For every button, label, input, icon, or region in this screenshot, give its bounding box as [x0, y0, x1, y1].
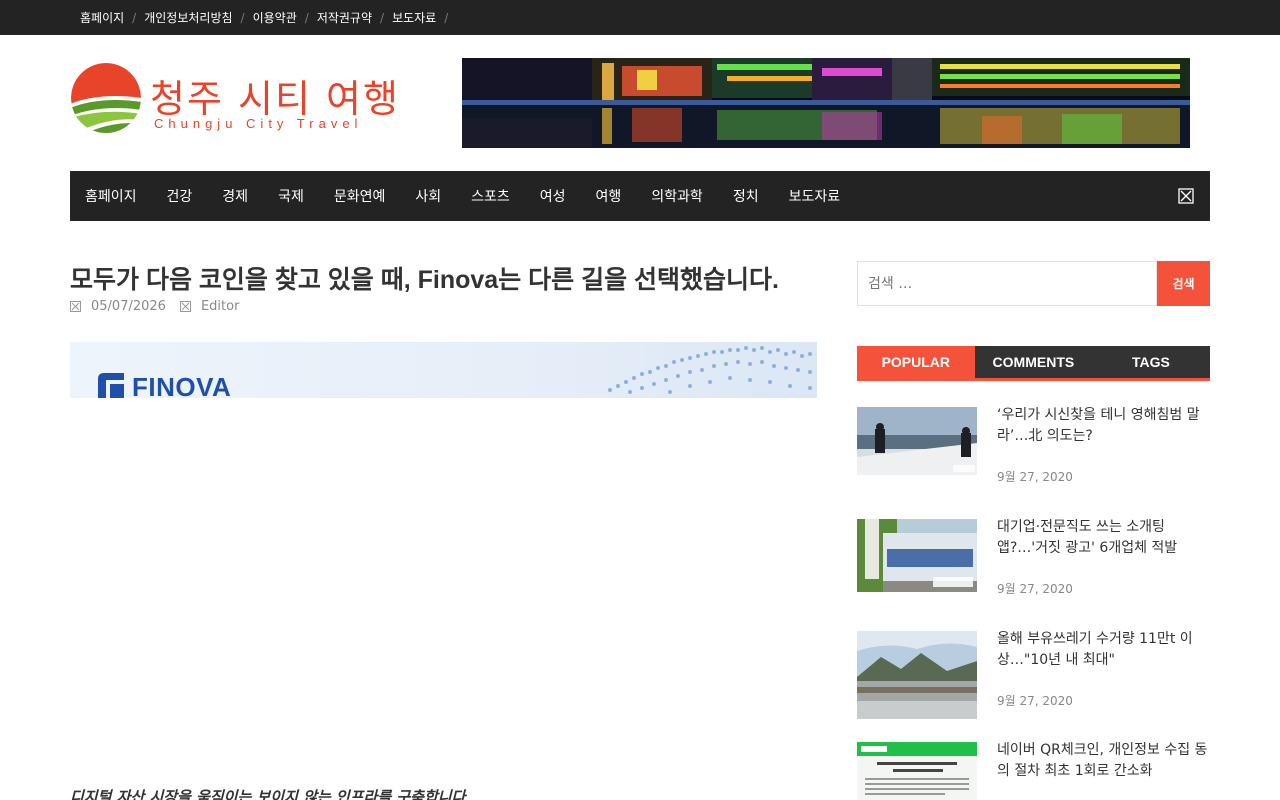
list-item[interactable]: 네이버 QR체크인, 개인정보 수집 동의 절차 최초 1회로 간소화 [857, 742, 1210, 800]
night-city-illustration [462, 58, 1190, 148]
featured-image: FINOVA [70, 342, 817, 398]
top-bar: 홈페이지 / 개인정보처리방침 / 이용약관 / 저작권규약 / 보도자료 / [0, 0, 1280, 35]
building-photo [857, 519, 977, 592]
list-item[interactable]: 올해 부유쓰레기 수거량 11만t 이상…"10년 내 최대" 9월 27, 2… [857, 631, 1210, 721]
article-author[interactable]: Editor [201, 299, 239, 314]
site-title[interactable]: 청주 시티 여행 [150, 68, 400, 123]
logo-sun-fields-icon [71, 63, 141, 133]
post-title[interactable]: 올해 부유쓰레기 수거량 11만t 이상…"10년 내 최대" [997, 629, 1211, 671]
featured-logo-text: FINOVA [132, 372, 232, 398]
nav-item-travel[interactable]: 여행 [596, 186, 622, 206]
tabs-underline [857, 378, 1210, 381]
top-menu-item[interactable]: 이용약관 / [253, 9, 317, 26]
nav-item-health[interactable]: 건강 [167, 186, 193, 206]
nav-item-home[interactable]: 홈페이지 [85, 186, 137, 206]
site-logo[interactable]: 청주 시티 여행 Chungju City Travel [70, 62, 410, 134]
post-date: 9월 27, 2020 [997, 694, 1073, 708]
finova-logo-icon [98, 373, 124, 398]
nav-item-society[interactable]: 사회 [415, 186, 441, 206]
ship-deck-photo [857, 407, 977, 475]
author-icon [179, 301, 191, 312]
top-menu-item[interactable]: 개인정보처리방침 / [144, 9, 252, 26]
post-date: 9월 27, 2020 [997, 470, 1073, 484]
article-excerpt: 디지털 자산 시장을 움직이는 보이지 않는 인프라를 구축합니다 [70, 788, 466, 800]
lake-mountain-photo [857, 631, 977, 719]
article-date[interactable]: 05/07/2026 [91, 299, 166, 314]
search-input[interactable] [857, 261, 1157, 306]
tab-popular[interactable]: POPULAR [857, 346, 975, 378]
top-menu-item[interactable]: 저작권규약 / [317, 9, 392, 26]
tab-tags[interactable]: TAGS [1092, 346, 1210, 378]
nav-item-economy[interactable]: 경제 [222, 186, 248, 206]
nav-item-culture[interactable]: 문화연예 [334, 186, 386, 206]
post-thumbnail[interactable] [857, 407, 977, 475]
post-thumbnail[interactable] [857, 631, 977, 719]
nav-item-international[interactable]: 국제 [278, 186, 304, 206]
site-subtitle: Chungju City Travel [154, 116, 363, 131]
naver-notice-image [857, 742, 977, 800]
list-item[interactable]: 대기업·전문직도 쓰는 소개팅 앱?…'거짓 광고' 6개업체 적발 9월 27… [857, 519, 1210, 609]
nav-item-women[interactable]: 여성 [540, 186, 566, 206]
main-menu: 홈페이지 건강 경제 국제 문화연예 사회 스포츠 여성 여행 의학과학 정치 … [70, 171, 1210, 221]
nav-item-sports[interactable]: 스포츠 [471, 186, 510, 206]
list-item[interactable]: ‘우리가 시신찾을 테니 영해침범 말라’…北 의도는? 9월 27, 2020 [857, 407, 1210, 497]
article-meta: 05/07/2026 Editor [70, 299, 239, 314]
post-thumbnail[interactable] [857, 519, 977, 592]
header-banner-image[interactable] [462, 58, 1190, 148]
article-title[interactable]: 모두가 다음 코인을 찾고 있을 때, Finova는 다른 길을 선택했습니다… [70, 260, 830, 296]
nav-item-politics[interactable]: 정치 [733, 186, 759, 206]
post-title[interactable]: 대기업·전문직도 쓰는 소개팅 앱?…'거짓 광고' 6개업체 적발 [997, 517, 1211, 559]
sidebar-tabs: POPULAR COMMENTS TAGS [857, 346, 1210, 378]
top-menu: 홈페이지 / 개인정보처리방침 / 이용약관 / 저작권규약 / 보도자료 / [80, 0, 456, 35]
post-title[interactable]: 네이버 QR체크인, 개인정보 수집 동의 절차 최초 1회로 간소화 [997, 740, 1211, 782]
calendar-icon [70, 301, 81, 312]
top-menu-item[interactable]: 홈페이지 / [80, 9, 144, 26]
nav-item-science[interactable]: 의학과학 [651, 186, 703, 206]
post-title[interactable]: ‘우리가 시신찾을 테니 영해침범 말라’…北 의도는? [997, 405, 1211, 447]
post-date: 9월 27, 2020 [997, 582, 1073, 596]
post-thumbnail[interactable] [857, 742, 977, 800]
close-box-icon[interactable] [1178, 188, 1194, 204]
top-menu-item[interactable]: 보도자료 / [392, 9, 456, 26]
tab-comments[interactable]: COMMENTS [975, 346, 1093, 378]
search-button[interactable]: 검색 [1157, 261, 1210, 306]
nav-item-press[interactable]: 보도자료 [789, 186, 841, 206]
main-navigation: 홈페이지 건강 경제 국제 문화연예 사회 스포츠 여성 여행 의학과학 정치 … [70, 171, 1210, 221]
